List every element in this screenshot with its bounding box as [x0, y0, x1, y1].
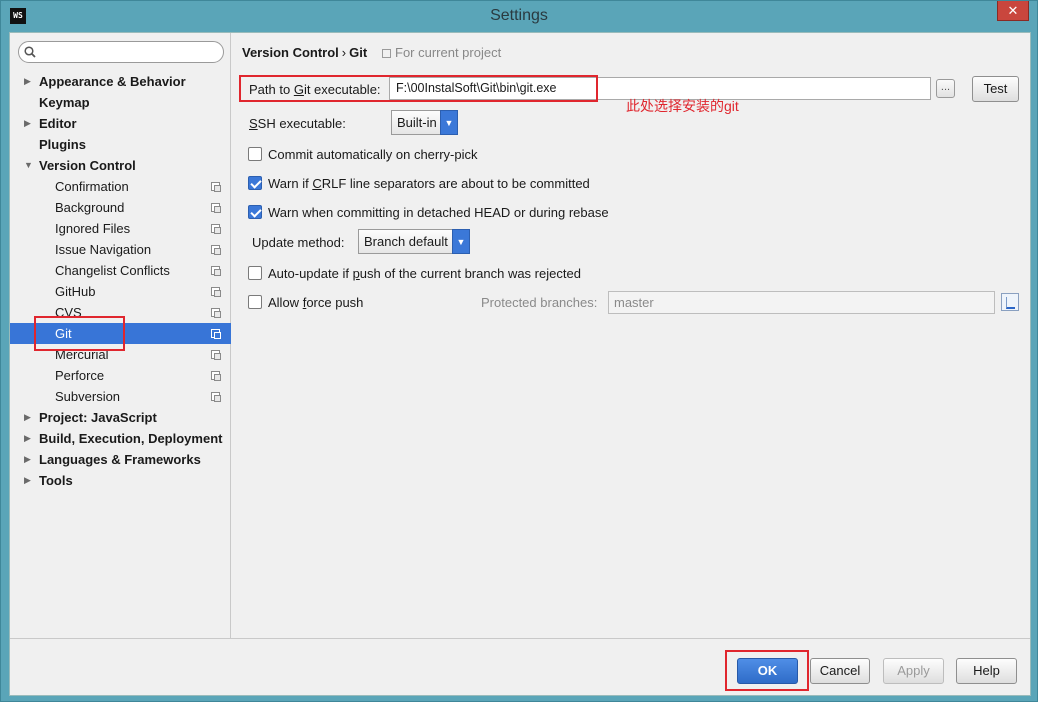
auto-update-checkbox[interactable] [248, 266, 262, 280]
project-scope-icon [211, 203, 221, 213]
search-icon [24, 46, 36, 58]
sidebar-item-tools[interactable]: ▶ Tools [10, 470, 231, 491]
sidebar-item-plugins[interactable]: Plugins [10, 134, 231, 155]
collapsed-arrow-icon[interactable]: ▶ [24, 470, 31, 491]
sidebar-item-label: Languages & Frameworks [39, 452, 201, 467]
sidebar-item-label: Changelist Conflicts [55, 263, 170, 278]
warn-crlf-label: Warn if CRLF line separators are about t… [268, 176, 590, 191]
sidebar-item-keymap[interactable]: Keymap [10, 92, 231, 113]
dialog-client: ▶ Appearance & Behavior Keymap ▶ Editor Plugi… [9, 32, 1031, 696]
warn-detached-head-label: Warn when committing in detached HEAD or… [268, 205, 609, 220]
project-scope-note: For current project [382, 45, 501, 60]
window-title: Settings [490, 7, 548, 24]
sidebar-item-label: Tools [39, 473, 73, 488]
settings-window: WS Settings ✕ ▶ Appearance & Behavior Keym… [0, 0, 1038, 702]
protected-branches-input[interactable]: master [608, 291, 995, 314]
ssh-executable-value: Built-in [397, 115, 437, 130]
breadcrumb-separator: › [341, 45, 347, 60]
sidebar-item-project-javascript[interactable]: ▶ Project: JavaScript [10, 407, 231, 428]
sidebar-item-perforce[interactable]: Perforce [10, 365, 231, 386]
update-method-value: Branch default [364, 234, 448, 249]
sidebar-item-appearance-behavior[interactable]: ▶ Appearance & Behavior [10, 71, 231, 92]
sidebar-item-background[interactable]: Background [10, 197, 231, 218]
settings-search-input[interactable] [18, 41, 224, 63]
warn-detached-head-checkbox[interactable] [248, 205, 262, 219]
expanded-arrow-icon[interactable]: ▼ [24, 155, 33, 176]
sidebar-item-languages-frameworks[interactable]: ▶ Languages & Frameworks [10, 449, 231, 470]
sidebar-item-github[interactable]: GitHub [10, 281, 231, 302]
project-scope-icon [382, 49, 391, 58]
project-scope-icon [211, 182, 221, 192]
sidebar-item-label: Issue Navigation [55, 242, 152, 257]
test-git-button[interactable]: Test [972, 76, 1019, 102]
project-scope-icon [211, 287, 221, 297]
auto-update-label: Auto-update if push of the current branc… [268, 266, 581, 281]
project-scope-icon [211, 392, 221, 402]
breadcrumb: Version Control › Git [242, 45, 367, 60]
allow-force-push-checkbox[interactable] [248, 295, 262, 309]
cancel-button[interactable]: Cancel [810, 658, 870, 684]
sidebar-item-confirmation[interactable]: Confirmation [10, 176, 231, 197]
sidebar-item-label: Perforce [55, 368, 105, 383]
warn-crlf-checkbox[interactable] [248, 176, 262, 190]
update-method-select[interactable]: Branch default ▼ [358, 229, 470, 254]
sidebar-item-label: Appearance & Behavior [39, 74, 186, 89]
ssh-executable-select[interactable]: Built-in ▼ [391, 110, 458, 135]
sidebar-item-ignored-files[interactable]: Ignored Files [10, 218, 231, 239]
project-scope-label: For current project [395, 45, 502, 60]
project-scope-icon [211, 245, 221, 255]
apply-button[interactable]: Apply [883, 658, 944, 684]
sidebar-item-label: Build, Execution, Deployment [39, 431, 223, 446]
commit-cherry-pick-checkbox[interactable] [248, 147, 262, 161]
commit-cherry-pick-label: Commit automatically on cherry-pick [268, 147, 478, 162]
sidebar-item-label: Keymap [39, 95, 90, 110]
update-method-label: Update method: [252, 235, 345, 250]
sidebar-item-label: GitHub [55, 284, 96, 299]
project-scope-icon [211, 308, 221, 318]
dialog-footer: OK Cancel Apply Help [10, 638, 1030, 695]
project-scope-icon [211, 224, 221, 234]
project-scope-icon [211, 329, 221, 339]
allow-force-push-label: Allow force push [268, 295, 364, 310]
sidebar-item-changelist-conflicts[interactable]: Changelist Conflicts [10, 260, 231, 281]
sidebar-item-label: Confirmation [55, 179, 129, 194]
project-scope-icon [211, 266, 221, 276]
breadcrumb-current: Git [349, 45, 368, 60]
chevron-down-icon: ▼ [452, 229, 470, 254]
browse-git-path-button[interactable]: ... [936, 79, 955, 98]
protected-branches-label: Protected branches: [481, 295, 598, 310]
annotation-highlight-ok [725, 650, 809, 691]
project-scope-icon [211, 350, 221, 360]
annotation-highlight-git [34, 316, 125, 351]
sidebar-item-editor[interactable]: ▶ Editor [10, 113, 231, 134]
sidebar-item-label: Plugins [39, 137, 86, 152]
chevron-down-icon: ▼ [440, 110, 458, 135]
help-button[interactable]: Help [956, 658, 1017, 684]
ssh-executable-label: SSH executable: [249, 116, 346, 131]
annotation-note: 此处选择安装的git [626, 98, 739, 114]
sidebar-item-issue-navigation[interactable]: Issue Navigation [10, 239, 231, 260]
title-bar[interactable]: WS Settings ✕ [1, 1, 1037, 32]
project-scope-icon [211, 371, 221, 381]
sidebar-item-subversion[interactable]: Subversion [10, 386, 231, 407]
close-button[interactable]: ✕ [997, 1, 1029, 21]
collapsed-arrow-icon[interactable]: ▶ [24, 428, 31, 449]
annotation-highlight-path [239, 75, 598, 102]
sidebar-item-label: Editor [39, 116, 77, 131]
sidebar-item-label: Ignored Files [55, 221, 131, 236]
collapsed-arrow-icon[interactable]: ▶ [24, 407, 31, 428]
sidebar-item-label: Version Control [39, 158, 136, 173]
collapsed-arrow-icon[interactable]: ▶ [24, 449, 31, 470]
sidebar-item-build-execution-deployment[interactable]: ▶ Build, Execution, Deployment [10, 428, 231, 449]
collapsed-arrow-icon[interactable]: ▶ [24, 113, 31, 134]
sidebar-item-label: Background [55, 200, 125, 215]
sidebar-item-label: Project: JavaScript [39, 410, 157, 425]
edit-branches-icon[interactable] [1001, 293, 1019, 311]
git-settings-panel: Version Control › Git For current project … [232, 33, 1030, 638]
collapsed-arrow-icon[interactable]: ▶ [24, 71, 31, 92]
breadcrumb-parent: Version Control [242, 45, 339, 60]
sidebar-item-version-control[interactable]: ▼ Version Control [10, 155, 231, 176]
sidebar-item-label: Subversion [55, 389, 121, 404]
